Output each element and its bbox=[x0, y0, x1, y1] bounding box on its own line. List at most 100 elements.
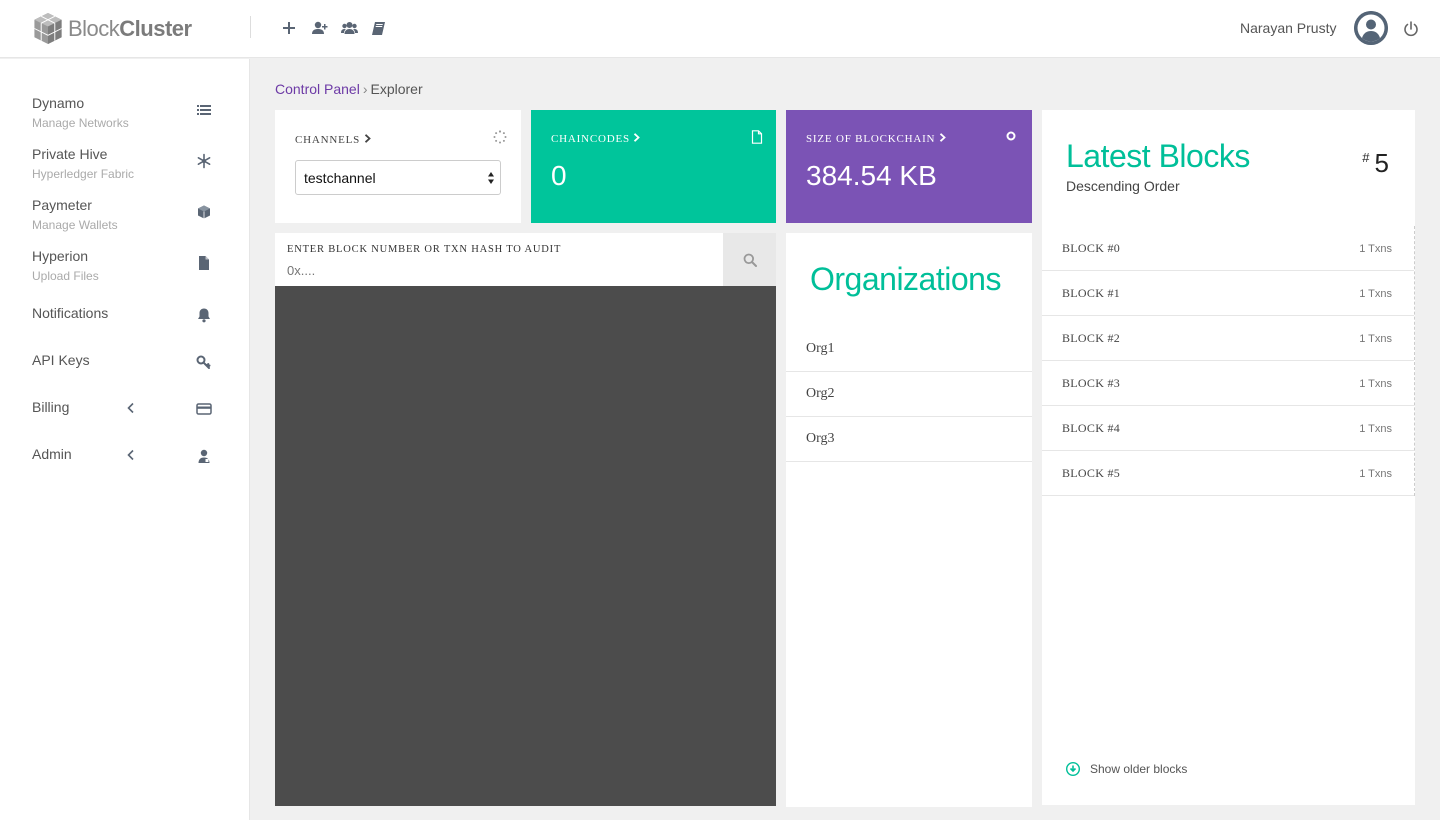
sidebar-item-billing[interactable]: Billing bbox=[32, 399, 222, 415]
blockchain-size-card: Size of Blockchain 384.54 KB bbox=[786, 110, 1032, 223]
block-txns: 1 Txns bbox=[1359, 378, 1392, 390]
block-txns: 1 Txns bbox=[1359, 333, 1392, 345]
admin-user-icon bbox=[198, 449, 210, 463]
brand-name: BlockCluster bbox=[68, 15, 192, 41]
block-txns: 1 Txns bbox=[1359, 243, 1392, 255]
sidebar-item-sublabel: Upload Files bbox=[32, 269, 99, 283]
audit-result-panel bbox=[275, 286, 776, 806]
sidebar-item-sublabel: Manage Networks bbox=[32, 116, 129, 130]
snowflake-icon bbox=[197, 153, 211, 169]
sidebar-item-dynamo[interactable]: Dynamo Manage Networks bbox=[32, 95, 222, 130]
org-item[interactable]: Org3 bbox=[786, 417, 1032, 462]
audit-label: Enter block number or txn hash to audit bbox=[287, 244, 562, 255]
breadcrumb-separator-icon: › bbox=[362, 81, 368, 97]
block-txns: 1 Txns bbox=[1359, 468, 1392, 480]
latest-blocks-title: Latest Blocks bbox=[1066, 138, 1250, 174]
chaincodes-label[interactable]: Chaincodes bbox=[551, 133, 641, 145]
book-icon[interactable] bbox=[370, 19, 388, 37]
list-icon bbox=[197, 105, 211, 115]
plus-icon[interactable] bbox=[280, 19, 298, 37]
chevron-left-icon bbox=[127, 402, 134, 414]
block-count: #5 bbox=[1362, 148, 1389, 179]
search-icon bbox=[743, 253, 757, 267]
block-name: BLOCK #4 bbox=[1062, 421, 1121, 435]
chevron-left-icon bbox=[127, 449, 134, 461]
block-name: BLOCK #0 bbox=[1062, 241, 1121, 255]
breadcrumb-current: Explorer bbox=[370, 81, 423, 97]
blockchain-size-label[interactable]: Size of Blockchain bbox=[806, 133, 946, 145]
sidebar-item-sublabel: Manage Wallets bbox=[32, 218, 118, 232]
audit-input[interactable] bbox=[287, 263, 707, 278]
channel-select-value: testchannel bbox=[304, 170, 376, 186]
block-row[interactable]: BLOCK #1 1 Txns bbox=[1042, 271, 1414, 316]
avatar-icon bbox=[1354, 11, 1388, 45]
latest-blocks-subtitle: Descending Order bbox=[1066, 178, 1180, 194]
file-icon bbox=[199, 256, 209, 270]
top-divider bbox=[250, 16, 251, 38]
org-item[interactable]: Org1 bbox=[786, 327, 1032, 372]
breadcrumb-link-control-panel[interactable]: Control Panel bbox=[275, 81, 360, 97]
add-user-icon[interactable] bbox=[310, 19, 328, 37]
sidebar-item-label: Private Hive bbox=[32, 146, 108, 162]
cluster-logo-icon bbox=[34, 12, 62, 45]
bell-icon bbox=[198, 308, 210, 323]
sidebar-item-label: API Keys bbox=[32, 352, 90, 368]
credit-card-icon bbox=[196, 403, 212, 415]
sidebar-item-paymeter[interactable]: Paymeter Manage Wallets bbox=[32, 197, 222, 232]
show-older-blocks-link[interactable]: Show older blocks bbox=[1066, 762, 1187, 776]
channel-select[interactable]: testchannel bbox=[295, 160, 501, 195]
circle-icon bbox=[1006, 131, 1016, 141]
sidebar: Dynamo Manage Networks Private Hive Hype… bbox=[0, 59, 250, 820]
top-actions bbox=[280, 19, 388, 37]
power-icon[interactable] bbox=[1402, 20, 1420, 38]
sidebar-item-label: Dynamo bbox=[32, 95, 85, 111]
avatar[interactable] bbox=[1354, 11, 1388, 45]
user-name[interactable]: Narayan Prusty bbox=[1240, 20, 1336, 36]
key-icon bbox=[196, 355, 211, 369]
block-txns: 1 Txns bbox=[1359, 423, 1392, 435]
block-count-prefix: # bbox=[1362, 150, 1370, 165]
search-button[interactable] bbox=[723, 233, 776, 286]
block-row[interactable]: BLOCK #2 1 Txns bbox=[1042, 316, 1414, 361]
download-circle-icon bbox=[1066, 762, 1080, 776]
org-item[interactable]: Org2 bbox=[786, 372, 1032, 417]
chevron-right-icon bbox=[634, 133, 641, 142]
chevron-right-icon bbox=[364, 134, 371, 143]
sidebar-item-notifications[interactable]: Notifications bbox=[32, 305, 222, 323]
show-older-blocks-label: Show older blocks bbox=[1090, 762, 1188, 776]
sidebar-item-sublabel: Hyperledger Fabric bbox=[32, 167, 135, 181]
block-txns: 1 Txns bbox=[1359, 288, 1392, 300]
channels-card: Channels testchannel bbox=[275, 110, 521, 223]
sidebar-item-hyperion[interactable]: Hyperion Upload Files bbox=[32, 248, 222, 283]
users-icon[interactable] bbox=[340, 19, 358, 37]
block-row[interactable]: BLOCK #5 1 Txns bbox=[1042, 451, 1414, 496]
block-list: BLOCK #0 1 Txns BLOCK #1 1 Txns BLOCK #2 1 … bbox=[1042, 226, 1415, 496]
sidebar-item-label: Paymeter bbox=[32, 197, 92, 213]
block-row[interactable]: BLOCK #4 1 Txns bbox=[1042, 406, 1414, 451]
block-name: BLOCK #1 bbox=[1062, 286, 1121, 300]
brand-logo[interactable]: BlockCluster bbox=[32, 12, 192, 45]
channels-label[interactable]: Channels bbox=[295, 134, 371, 146]
top-bar: BlockCluster Narayan Prusty bbox=[0, 0, 1440, 58]
chaincodes-card: Chaincodes 0 bbox=[531, 110, 776, 223]
block-row[interactable]: BLOCK #3 1 Txns bbox=[1042, 361, 1414, 406]
sidebar-item-private-hive[interactable]: Private Hive Hyperledger Fabric bbox=[32, 146, 222, 181]
chaincodes-value: 0 bbox=[551, 160, 567, 191]
sidebar-item-api-keys[interactable]: API Keys bbox=[32, 352, 222, 369]
spinner-icon bbox=[493, 130, 507, 144]
sidebar-item-admin[interactable]: Admin bbox=[32, 446, 222, 463]
latest-blocks-card: Latest Blocks Descending Order #5 BLOCK … bbox=[1042, 110, 1415, 805]
block-name: BLOCK #3 bbox=[1062, 376, 1121, 390]
organizations-list: Org1 Org2 Org3 bbox=[786, 327, 1032, 462]
select-arrows-icon bbox=[488, 172, 494, 184]
organizations-card: Organizations Org1 Org2 Org3 bbox=[786, 233, 1032, 807]
block-row[interactable]: BLOCK #0 1 Txns bbox=[1042, 226, 1414, 271]
sidebar-item-label: Hyperion bbox=[32, 248, 89, 264]
chevron-right-icon bbox=[939, 133, 946, 142]
block-count-value: 5 bbox=[1374, 148, 1389, 178]
breadcrumb: Control Panel › Explorer bbox=[275, 81, 423, 97]
document-icon bbox=[751, 130, 763, 144]
cube-icon bbox=[198, 205, 210, 219]
sidebar-item-label: Notifications bbox=[32, 305, 109, 321]
blockchain-size-value: 384.54 KB bbox=[806, 160, 937, 191]
